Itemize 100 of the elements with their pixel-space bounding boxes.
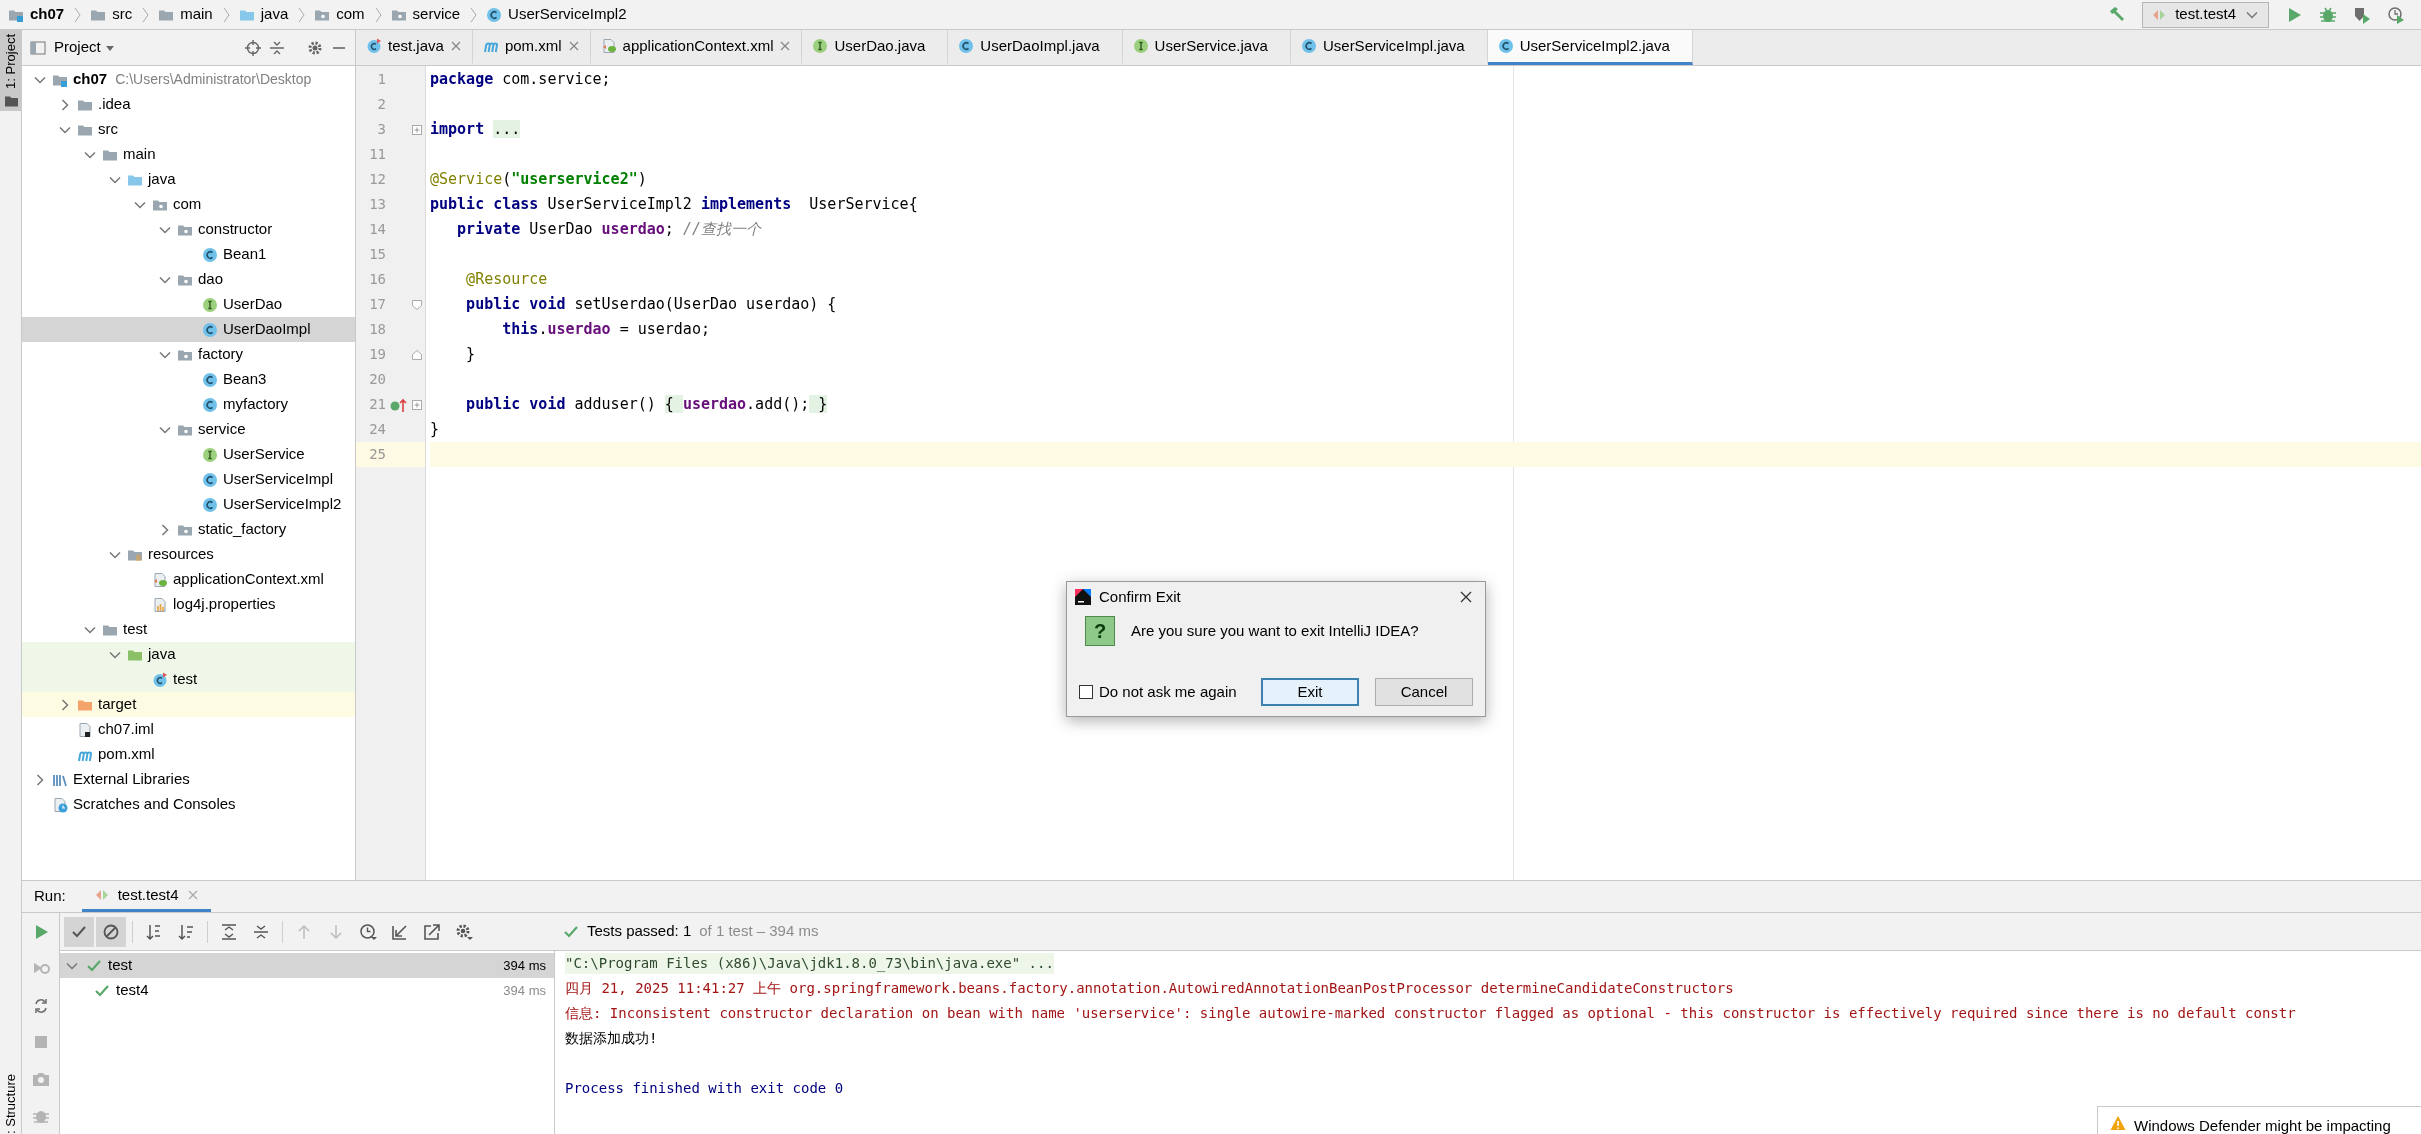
editor-tab[interactable]: pom.xml [472, 30, 591, 65]
tree-item-label: UserDaoImpl [223, 319, 311, 340]
breadcrumb-item[interactable]: java [234, 3, 293, 26]
tree-item[interactable]: UserService [22, 442, 355, 467]
tree-item[interactable]: UserServiceImpl [22, 467, 355, 492]
module-file-icon [77, 721, 93, 738]
tree-item[interactable]: test [22, 617, 355, 642]
expand-all-icon [220, 922, 238, 941]
run-configuration-dropdown[interactable]: test.test4 [2142, 1, 2269, 28]
tree-item[interactable]: ch07.iml [22, 717, 355, 742]
tree-item[interactable]: resources [22, 542, 355, 567]
interface-icon [202, 446, 218, 463]
breadcrumb-item[interactable]: service [386, 3, 465, 26]
bug-icon[interactable] [2319, 5, 2337, 24]
editor-tab[interactable]: UserDaoImpl.java [948, 30, 1123, 65]
tree-item[interactable]: ch07 C:\Users\Administrator\Desktop [22, 67, 355, 92]
tree-item[interactable]: myfactory [22, 392, 355, 417]
project-tool-tab[interactable]: 1: Project [0, 30, 21, 111]
tree-item[interactable]: constructor [22, 217, 355, 242]
tree-item[interactable]: src [22, 117, 355, 142]
tree-item-label: ch07 [73, 69, 108, 90]
line-number: 19 [368, 345, 386, 364]
tree-item[interactable]: java [22, 167, 355, 192]
tree-item[interactable]: java [22, 642, 355, 667]
tree-item[interactable]: pom.xml [22, 742, 355, 767]
tree-item[interactable]: Bean1 [22, 242, 355, 267]
path-label: C:\Users\Administrator\Desktop [115, 70, 312, 89]
tree-item[interactable]: UserDaoImpl [22, 317, 355, 342]
fold-expand-icon[interactable] [411, 398, 423, 411]
shield-run-icon[interactable] [2353, 5, 2371, 24]
class-icon [1497, 38, 1514, 54]
editor-tab[interactable]: UserService.java [1122, 30, 1291, 65]
crosshair-icon[interactable] [245, 39, 261, 56]
tree-item[interactable]: factory [22, 342, 355, 367]
tree-item[interactable]: test [22, 667, 355, 692]
tree-item[interactable]: service [22, 417, 355, 442]
cancel-button[interactable] [96, 916, 126, 947]
clock-run-icon[interactable] [2387, 5, 2405, 24]
implements-marker-icon[interactable] [389, 396, 407, 413]
tree-item[interactable]: log4j.properties [22, 592, 355, 617]
fold-expand-icon[interactable] [411, 123, 423, 136]
fold-end-icon[interactable] [411, 348, 423, 361]
project-view-dropdown[interactable]: Project [54, 36, 115, 59]
hammer-icon[interactable] [2108, 5, 2127, 24]
checkmark-button[interactable] [64, 916, 94, 947]
tree-item[interactable]: main [22, 142, 355, 167]
tree-item[interactable]: Scratches and Consoles [22, 792, 355, 817]
tree-item-label: UserServiceImpl [223, 469, 334, 490]
tree-item[interactable]: com [22, 192, 355, 217]
line-number: 24 [368, 420, 386, 439]
tree-item[interactable]: .idea [22, 92, 355, 117]
interface-icon [1132, 38, 1149, 54]
tree-item-label: factory [198, 344, 243, 365]
test-name: test [108, 955, 133, 976]
console-line: 四月 21, 2025 11:41:27 上午 org.springframework.beans.factory.annotation.AutowiredAnnotationBeanPostProcessor determineCandidateConstructors [565, 979, 1734, 998]
tree-item[interactable]: applicationContext.xml [22, 567, 355, 592]
class-icon [486, 6, 503, 23]
class-icon [202, 371, 218, 388]
cancel-icon [102, 922, 120, 941]
dialog-button[interactable]: Exit [1261, 678, 1359, 706]
editor-tab[interactable]: UserServiceImpl.java [1290, 30, 1488, 65]
code-line: public class UserServiceImpl2 implements UserService{ [430, 194, 918, 216]
class-icon [202, 246, 218, 263]
notification-text: Windows Defender might be impacting [2134, 1116, 2391, 1134]
settings-icon[interactable] [307, 39, 323, 56]
line-number: 17 [368, 295, 386, 314]
run-tab[interactable]: test.test4 [81, 881, 211, 912]
class-icon [202, 396, 218, 413]
breadcrumb-item[interactable]: main [154, 3, 217, 26]
tree-item-label: test [123, 619, 148, 640]
fold-collapse-icon[interactable] [411, 298, 423, 311]
editor-tab[interactable]: test.java [356, 30, 473, 65]
dialog-button[interactable]: Cancel [1375, 678, 1473, 706]
tree-item[interactable]: dao [22, 267, 355, 292]
arrow-down-icon [327, 922, 345, 941]
breadcrumb-item[interactable]: src [86, 3, 137, 26]
editor-tab[interactable]: UserServiceImpl2.java [1487, 30, 1693, 65]
tree-item[interactable]: target [22, 692, 355, 717]
notification-toast[interactable]: Windows Defender might be impacting [2097, 1106, 2421, 1134]
tree-item-label: static_factory [198, 519, 287, 540]
tree-item[interactable]: Bean3 [22, 367, 355, 392]
tree-item[interactable]: UserDao [22, 292, 355, 317]
editor-tab[interactable]: UserDao.java [802, 30, 949, 65]
editor-tab[interactable]: applicationContext.xml [590, 30, 803, 65]
breadcrumb-item[interactable]: UserServiceImpl2 [482, 3, 631, 26]
tree-item[interactable]: static_factory [22, 517, 355, 542]
line-number: 11 [368, 145, 386, 164]
tree-item[interactable]: UserServiceImpl2 [22, 492, 355, 517]
test-tree-item[interactable]: test 394 ms [60, 953, 554, 978]
test-tree-item[interactable]: test4 394 ms [60, 978, 554, 1003]
test-class-icon [366, 38, 382, 54]
tree-item[interactable]: External Libraries [22, 767, 355, 792]
close-icon[interactable] [1459, 590, 1473, 604]
test-name: test4 [116, 980, 149, 1001]
structure-tool-tab[interactable]: : Structure [0, 1070, 21, 1134]
collapse-icon[interactable] [269, 39, 285, 56]
breadcrumb-item[interactable]: ch07 [4, 3, 69, 26]
checkbox[interactable]: Do not ask me again [1079, 680, 1237, 704]
breadcrumb-item[interactable]: com [310, 3, 369, 26]
scratches-icon [52, 796, 68, 813]
